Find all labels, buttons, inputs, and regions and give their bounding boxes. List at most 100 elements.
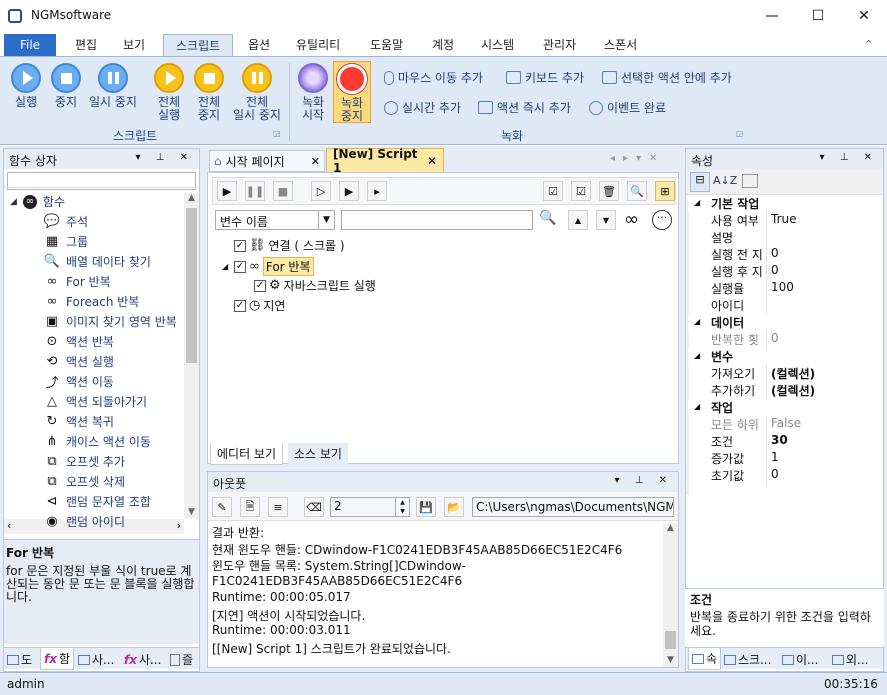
eraser-icon[interactable]: ⌫ — [304, 497, 324, 517]
panel-controls[interactable]: ▾ ⊥ ✕ — [820, 152, 878, 166]
stepper-icon[interactable]: ▲ ▼ — [395, 498, 409, 516]
minimize-button[interactable]: — — [749, 0, 795, 32]
property-category[interactable]: ◢ 변수 — [688, 348, 872, 365]
scroll-down-icon[interactable]: ▼ — [184, 507, 199, 519]
tab-script[interactable]: 스크립트 — [163, 34, 234, 57]
stop-icon[interactable]: ■ — [273, 181, 293, 201]
tab-source-view[interactable]: 소스 보기 — [288, 443, 348, 464]
folder-open-icon[interactable]: 📂 — [444, 497, 464, 517]
tab-utility[interactable]: 유틸리티 — [284, 34, 352, 57]
scrollbar-thumb[interactable] — [186, 208, 197, 363]
tab-editor-view[interactable]: 에디터 보기 — [210, 443, 284, 465]
maximize-button[interactable]: ☐ — [795, 0, 841, 32]
group-launcher-icon[interactable]: ◲ — [736, 129, 744, 138]
run-from-icon[interactable]: ▸ — [367, 181, 387, 201]
function-item[interactable]: △ 액션 되돌아가기 — [44, 393, 147, 410]
property-row[interactable]: 가져오기 (컬렉션) — [688, 365, 872, 382]
add-action-now-button[interactable]: 액션 즉시 추가 — [478, 99, 571, 116]
loop-icon[interactable]: ∞ — [624, 209, 639, 230]
tab-properties[interactable]: 속 — [688, 648, 722, 670]
step-icon[interactable]: ▷ — [311, 181, 331, 201]
function-item[interactable]: ⟲ 액션 실행 — [44, 353, 114, 370]
property-value[interactable] — [767, 229, 771, 246]
property-value[interactable]: 100 — [767, 280, 794, 297]
function-item[interactable]: ∞ For 반복 — [44, 273, 111, 290]
add-realtime-button[interactable]: 실시간 추가 — [384, 99, 461, 116]
close-tab-icon[interactable]: ✕ — [311, 155, 320, 168]
group-launcher-icon[interactable]: ◲ — [273, 129, 281, 138]
record-start-button[interactable]: 녹화 시작 — [295, 63, 331, 122]
collapse-icon[interactable]: ◢ — [694, 351, 700, 360]
property-row[interactable]: 반복한 횟0 — [688, 331, 872, 348]
property-value[interactable]: 30 — [767, 433, 788, 450]
property-row[interactable]: 아이디 — [688, 297, 872, 314]
tab-user-functions[interactable]: fx 사... — [124, 651, 161, 668]
tree-view-icon[interactable]: ⊞ — [655, 181, 675, 201]
property-value[interactable]: 0 — [767, 263, 779, 280]
stop-all-button[interactable]: 전체 중지 — [190, 63, 228, 122]
check-icon[interactable]: ☑ — [571, 181, 591, 201]
delete-icon[interactable]: 🗑 — [599, 181, 619, 201]
add-in-selected-action-button[interactable]: 선택한 액션 안에 추가 — [602, 69, 732, 86]
node-checkbox[interactable]: ✓ — [254, 279, 266, 292]
property-row[interactable]: 실행율 100 — [688, 280, 872, 297]
property-value[interactable]: (컬렉션) — [767, 365, 815, 382]
tab-edit[interactable]: 편집 — [63, 34, 109, 57]
scroll-right-icon[interactable]: › — [177, 519, 181, 532]
property-value[interactable]: True — [767, 212, 797, 229]
scroll-down-icon[interactable]: ▼ — [663, 655, 678, 667]
property-row[interactable]: 초기값 0 — [688, 467, 872, 484]
tab-functions[interactable]: fx 함 — [40, 648, 75, 670]
function-item[interactable]: ⋔ 캐이스 액션 이동 — [44, 433, 151, 450]
function-item[interactable]: ⧉ 오프셋 삭제 — [44, 473, 125, 490]
add-mouse-move-button[interactable]: 마우스 이동 추가 — [384, 69, 483, 86]
run-all-button[interactable]: 전체 실행 — [150, 63, 188, 122]
property-row[interactable]: 모든 하위 False — [688, 416, 872, 433]
property-value[interactable]: 1 — [767, 450, 779, 467]
tab-view[interactable]: 보기 — [111, 34, 157, 57]
property-pages-icon[interactable] — [742, 174, 758, 188]
variable-select[interactable]: 변수 이름 ▼ — [215, 210, 335, 230]
save-icon[interactable]: 💾 — [416, 497, 436, 517]
output-scrollbar[interactable]: ▲ ▼ — [663, 523, 678, 667]
function-item[interactable]: ▦ 그룹 — [44, 233, 88, 250]
property-value[interactable] — [767, 297, 771, 314]
function-scrollbar[interactable]: ▲ ▼ — [184, 193, 199, 519]
tab-favorites[interactable]: 즐 — [170, 651, 193, 668]
clear-output-icon[interactable]: ✎ — [212, 497, 232, 517]
script-tree-node[interactable]: ✓ ◷ 지연 — [234, 297, 285, 314]
pause-button[interactable]: 일시 중지 — [86, 63, 140, 109]
tab-account[interactable]: 계정 — [420, 34, 466, 57]
collapse-ribbon-icon[interactable]: ⌃ — [864, 38, 873, 51]
node-checkbox[interactable]: ✓ — [234, 299, 246, 312]
function-item[interactable]: 🔍 배열 데이타 찾기 — [44, 253, 151, 270]
function-item[interactable]: 💬 주석 — [44, 213, 88, 230]
run-selected-icon[interactable]: ▶ — [339, 181, 359, 201]
move-up-icon[interactable]: ▲ — [568, 210, 588, 230]
event-complete-button[interactable]: 이벤트 완료 — [589, 99, 666, 116]
property-value[interactable]: 0 — [767, 331, 779, 348]
property-row[interactable]: 증가값 1 — [688, 450, 872, 467]
collapse-icon[interactable]: ◢ — [694, 402, 700, 411]
function-item[interactable]: ∞ Foreach 반복 — [44, 293, 140, 310]
document-icon[interactable]: 🗎 — [240, 497, 260, 517]
tab-options[interactable]: 옵션 — [236, 34, 282, 57]
scroll-up-icon[interactable]: ▲ — [184, 193, 199, 205]
script-tree-node[interactable]: ◢ ✓ ∞ For 반복 — [222, 257, 314, 276]
tab-nav-icons[interactable]: ◂▸▾✕ — [610, 153, 665, 164]
script-tree-node[interactable]: ✓ ⚙ 자바스크립트 실행 — [254, 277, 376, 294]
property-value[interactable]: 0 — [767, 246, 779, 263]
pause-all-button[interactable]: 전체 일시 중지 — [228, 63, 286, 122]
tab-script-1[interactable]: [New] Script 1 ✕ — [326, 147, 444, 175]
variable-value-input[interactable] — [341, 210, 533, 230]
scroll-up-icon[interactable]: ▲ — [663, 523, 678, 535]
function-item[interactable]: ⊲ 랜덤 문자열 조합 — [44, 493, 151, 510]
more-icon[interactable]: ··· — [652, 210, 672, 230]
property-row[interactable]: 설명 — [688, 229, 872, 246]
close-tab-icon[interactable]: ✕ — [427, 154, 437, 168]
run-button[interactable]: 실행 — [8, 63, 44, 109]
check-all-icon[interactable]: ☑ — [543, 181, 563, 201]
categorized-icon[interactable]: ⊟ — [690, 172, 710, 192]
tab-external[interactable]: 외... — [832, 651, 868, 668]
search-icon[interactable]: 🔍 — [539, 210, 556, 226]
